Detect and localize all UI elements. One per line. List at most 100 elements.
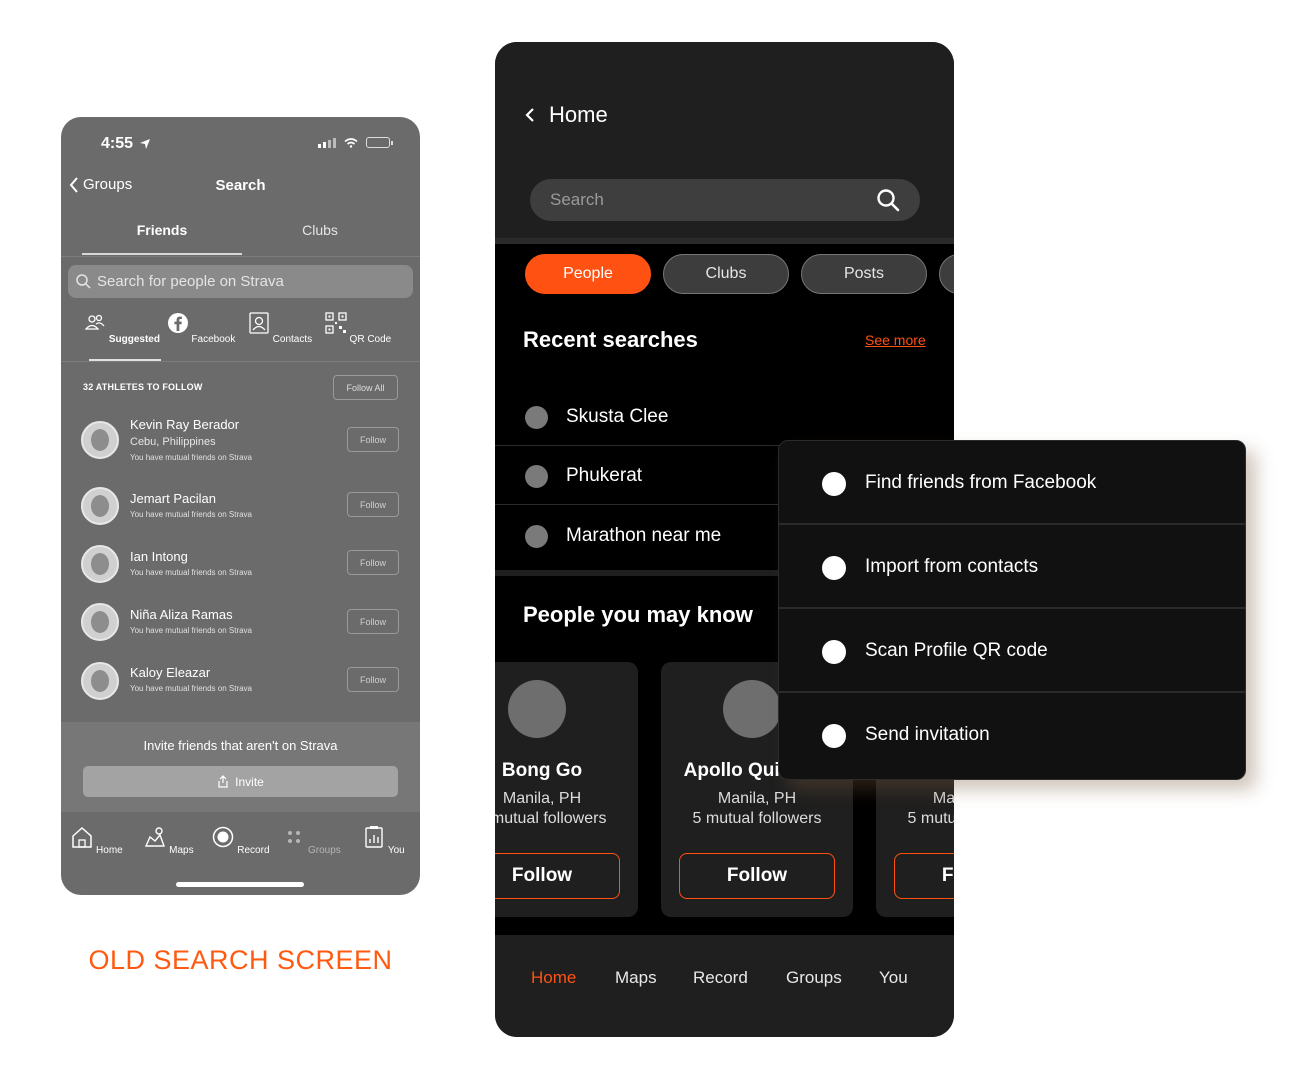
- avatar: [723, 680, 781, 738]
- search-icon: [76, 274, 91, 289]
- see-more-link[interactable]: See more: [865, 332, 926, 348]
- tab-home[interactable]: Home: [67, 825, 127, 856]
- invite-button[interactable]: Invite: [83, 766, 398, 797]
- follow-button[interactable]: Follow: [347, 550, 399, 575]
- athlete-mutual: You have mutual friends on Strava: [130, 568, 253, 577]
- chip-more[interactable]: [939, 254, 954, 294]
- follow-button[interactable]: Follow: [347, 492, 399, 517]
- old-search-screen: 4:55 Groups Search Friends Clubs Search …: [61, 117, 420, 895]
- search-input[interactable]: Search: [530, 179, 920, 221]
- follow-button[interactable]: Follow: [679, 853, 835, 899]
- person-mutual: 5 mutual followers: [907, 810, 954, 827]
- avatar: [81, 487, 119, 525]
- menu-item-send-invitation[interactable]: Send invitation: [779, 693, 1245, 777]
- menu-item-import-contacts[interactable]: Import from contacts: [779, 525, 1245, 609]
- menu-item-label: Import from contacts: [865, 556, 1039, 577]
- follow-button[interactable]: Follow: [347, 667, 399, 692]
- menu-item-bullet: [822, 724, 846, 748]
- athlete-mutual: You have mutual friends on Strava: [130, 626, 253, 635]
- avatar: [81, 421, 119, 459]
- new-tab-bar: Home Maps Record Groups You: [495, 935, 954, 1037]
- tab-you[interactable]: You: [354, 825, 414, 856]
- new-header: Home Search: [495, 42, 954, 242]
- tab-maps[interactable]: Maps: [615, 968, 657, 988]
- list-item: Kaloy Eleazar You have mutual friends on…: [81, 662, 399, 704]
- chip-clubs[interactable]: Clubs: [663, 254, 789, 294]
- source-facebook[interactable]: Facebook: [161, 312, 241, 345]
- tab-groups[interactable]: Groups: [786, 968, 842, 988]
- source-suggested[interactable]: Suggested: [82, 312, 162, 345]
- person-name: Bong Go: [501, 760, 583, 781]
- search-icon[interactable]: [876, 188, 900, 212]
- athletes-header: 32 ATHLETES TO FOLLOW Follow All: [83, 375, 398, 401]
- recent-avatar: [525, 465, 548, 488]
- menu-item-bullet: [822, 472, 846, 496]
- athlete-name[interactable]: Jemart Pacilan: [130, 491, 216, 506]
- person-card[interactable]: Bong Go Manila, PH 5 mutual followers Fo…: [495, 662, 638, 917]
- back-button[interactable]: Home: [525, 102, 608, 128]
- recent-search-label: Skusta Clee: [566, 406, 669, 427]
- recent-search-item[interactable]: Skusta Clee: [495, 388, 954, 446]
- athletes-count: 32 ATHLETES TO FOLLOW: [83, 382, 203, 392]
- people-you-may-know-title: People you may know: [523, 602, 753, 627]
- athlete-name[interactable]: Ian Intong: [130, 549, 188, 564]
- recent-search-label: Phukerat: [566, 465, 643, 486]
- athlete-name[interactable]: Niña Aliza Ramas: [130, 607, 233, 622]
- list-item: Ian Intong You have mutual friends on St…: [81, 545, 399, 588]
- chip-people[interactable]: People: [525, 254, 651, 294]
- old-tab-bar: Home Maps Record Groups You: [61, 817, 420, 895]
- follow-button[interactable]: Follow: [347, 427, 399, 452]
- wifi-icon: [344, 137, 358, 148]
- filter-chips: People Clubs Posts: [525, 254, 954, 294]
- battery-icon: [366, 137, 393, 148]
- tab-home[interactable]: Home: [531, 968, 576, 988]
- home-icon: [72, 826, 93, 848]
- athlete-location: Cebu, Philippines: [130, 436, 216, 448]
- follow-button[interactable]: Follow: [894, 853, 954, 899]
- tab-maps[interactable]: Maps: [139, 825, 199, 856]
- home-indicator: [176, 882, 304, 887]
- old-tabs: Friends Clubs: [61, 215, 420, 257]
- header-divider: [495, 238, 954, 244]
- tab-record[interactable]: Record: [693, 968, 748, 988]
- avatar: [81, 662, 119, 700]
- tab-underline: [82, 253, 242, 255]
- list-item: Niña Aliza Ramas You have mutual friends…: [81, 603, 399, 646]
- avatar: [81, 603, 119, 641]
- you-icon: [365, 826, 383, 848]
- menu-item-bullet: [822, 556, 846, 580]
- tab-you[interactable]: You: [879, 968, 908, 988]
- search-input[interactable]: Search for people on Strava: [68, 265, 413, 298]
- follow-button[interactable]: Follow: [347, 609, 399, 634]
- tab-groups[interactable]: Groups: [282, 825, 342, 856]
- status-bar: 4:55: [61, 117, 420, 167]
- add-friends-menu: Find friends from Facebook Import from c…: [778, 440, 1246, 780]
- recent-avatar: [525, 406, 548, 429]
- status-time: 4:55: [101, 135, 151, 153]
- athlete-name[interactable]: Kevin Ray Berador: [130, 417, 239, 432]
- athlete-mutual: You have mutual friends on Strava: [130, 510, 253, 519]
- recent-searches-title: Recent searches: [523, 327, 698, 352]
- source-qr-code[interactable]: QR Code: [318, 312, 398, 345]
- record-icon: [213, 826, 234, 848]
- tab-record[interactable]: Record: [211, 825, 271, 856]
- people-icon: [84, 314, 105, 330]
- old-screen-caption: OLD SEARCH SCREEN: [88, 945, 393, 975]
- menu-item-label: Send invitation: [865, 724, 990, 745]
- tab-friends[interactable]: Friends: [82, 222, 242, 238]
- athlete-name[interactable]: Kaloy Eleazar: [130, 665, 210, 680]
- person-location: Manila, PH: [932, 790, 954, 807]
- follow-all-button[interactable]: Follow All: [333, 375, 398, 400]
- follow-button[interactable]: Follow: [495, 853, 620, 899]
- tab-clubs[interactable]: Clubs: [240, 222, 400, 238]
- source-contacts[interactable]: Contacts: [240, 312, 320, 345]
- avatar: [508, 680, 566, 738]
- groups-icon: [288, 831, 301, 843]
- menu-item-label: Find friends from Facebook: [865, 472, 1097, 493]
- menu-item-scan-qr[interactable]: Scan Profile QR code: [779, 609, 1245, 693]
- chip-posts[interactable]: Posts: [801, 254, 927, 294]
- recent-search-label: Marathon near me: [566, 525, 722, 546]
- menu-item-find-facebook[interactable]: Find friends from Facebook: [779, 441, 1245, 525]
- list-item: Jemart Pacilan You have mutual friends o…: [81, 487, 399, 529]
- person-location: Manila, PH: [717, 790, 797, 807]
